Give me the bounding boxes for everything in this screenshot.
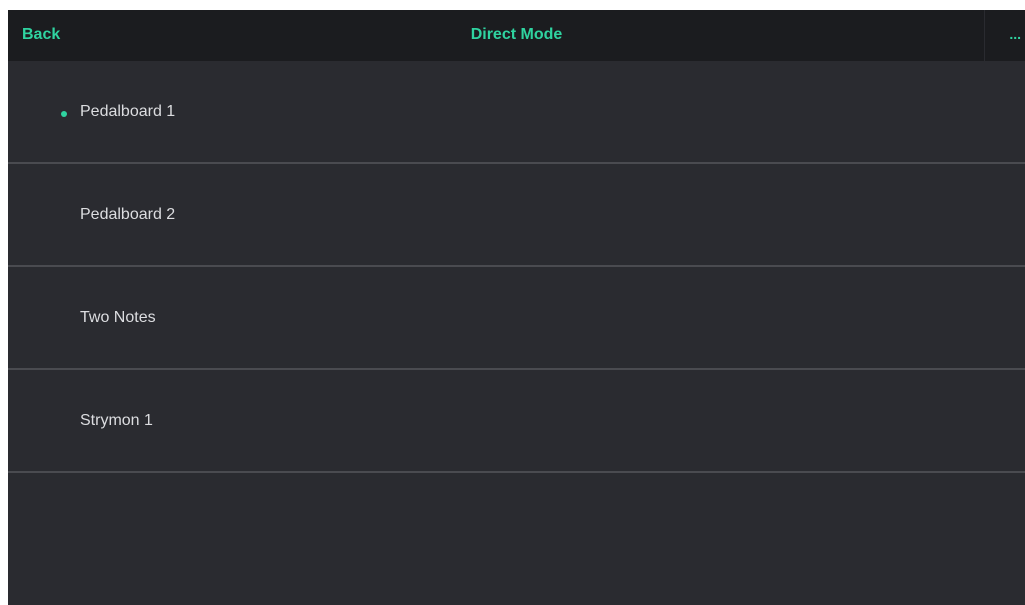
list-item-pedalboard-1[interactable]: Pedalboard 1 — [8, 61, 1025, 164]
active-indicator-dot — [61, 111, 67, 117]
header-bar: Back Direct Mode ... — [8, 10, 1025, 61]
pedalboard-list: Pedalboard 1 Pedalboard 2 Two Notes Stry… — [8, 61, 1025, 473]
page-title: Direct Mode — [470, 26, 563, 43]
list-item-label: Strymon 1 — [80, 412, 153, 429]
direct-mode-screen: Back Direct Mode ... Pedalboard 1 Pedalb… — [8, 10, 1025, 605]
list-item-strymon-1[interactable]: Strymon 1 — [8, 370, 1025, 473]
ellipsis-icon: ... — [1009, 26, 1021, 42]
more-options-button[interactable]: ... — [984, 10, 1025, 61]
list-item-label: Pedalboard 1 — [80, 103, 176, 120]
list-item-label: Two Notes — [80, 309, 156, 326]
list-item-pedalboard-2[interactable]: Pedalboard 2 — [8, 164, 1025, 267]
list-item-two-notes[interactable]: Two Notes — [8, 267, 1025, 370]
list-item-label: Pedalboard 2 — [80, 206, 176, 223]
